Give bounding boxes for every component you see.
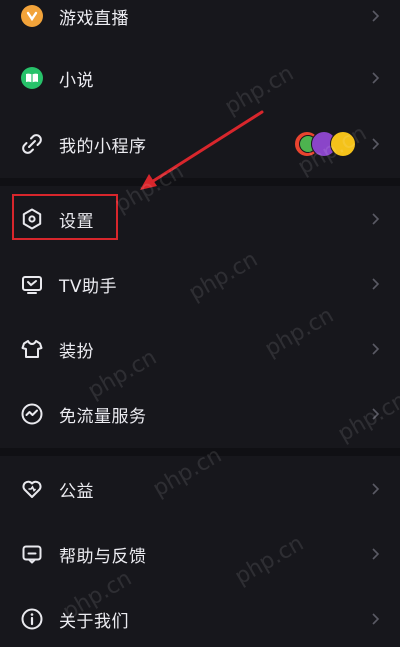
menu-item-label: 游戏直播: [59, 8, 129, 29]
menu-item-about-us[interactable]: 关于我们: [0, 591, 400, 647]
menu-item-data-free-service[interactable]: 免流量服务: [0, 386, 400, 442]
chevron-right-icon: [370, 407, 380, 421]
chevron-right-icon: [370, 342, 380, 356]
mini-program-link-icon: [20, 132, 44, 156]
menu-item-label: 公益: [59, 481, 94, 502]
data-free-icon: [20, 402, 44, 426]
menu-item-label: 关于我们: [59, 611, 129, 632]
chevron-right-icon: [370, 137, 380, 151]
menu-item-novel[interactable]: 小说: [0, 50, 400, 106]
chevron-right-icon: [370, 482, 380, 496]
chevron-right-icon: [370, 277, 380, 291]
chevron-right-icon: [370, 212, 380, 226]
menu-item-label: 我的小程序: [59, 136, 147, 157]
menu-item-help-feedback[interactable]: 帮助与反馈: [0, 526, 400, 582]
menu-item-tv-assistant[interactable]: TV助手: [0, 256, 400, 312]
chevron-right-icon: [370, 9, 380, 23]
chevron-right-icon: [370, 612, 380, 626]
menu-item-dress-up[interactable]: 装扮: [0, 321, 400, 377]
menu-item-label: 小说: [59, 70, 94, 91]
menu-item-mini-programs[interactable]: 我的小程序: [0, 116, 400, 172]
tv-icon: [20, 272, 44, 296]
section-divider: [0, 178, 400, 186]
recent-mini-apps: [294, 131, 356, 157]
book-icon: [20, 66, 44, 90]
chevron-right-icon: [370, 547, 380, 561]
menu-item-game-live[interactable]: 游戏直播: [0, 0, 400, 44]
chevron-right-icon: [370, 71, 380, 85]
help-message-icon: [20, 542, 44, 566]
menu-list: 游戏直播 小说 我的小程序 设置 TV助手 装扮 免流量服务 公益 帮助与反馈 …: [0, 0, 400, 632]
menu-item-charity[interactable]: 公益: [0, 461, 400, 517]
annotation-highlight-box: [12, 194, 118, 240]
menu-item-label: 帮助与反馈: [59, 546, 147, 567]
section-divider: [0, 448, 400, 456]
info-icon: [20, 607, 44, 631]
mini-app-avatar-icon: [330, 131, 356, 157]
heart-icon: [20, 477, 44, 501]
menu-item-label: TV助手: [59, 276, 118, 297]
menu-item-label: 装扮: [59, 341, 94, 362]
shirt-icon: [20, 337, 44, 361]
menu-item-label: 免流量服务: [59, 406, 147, 427]
game-live-icon: [20, 4, 44, 28]
